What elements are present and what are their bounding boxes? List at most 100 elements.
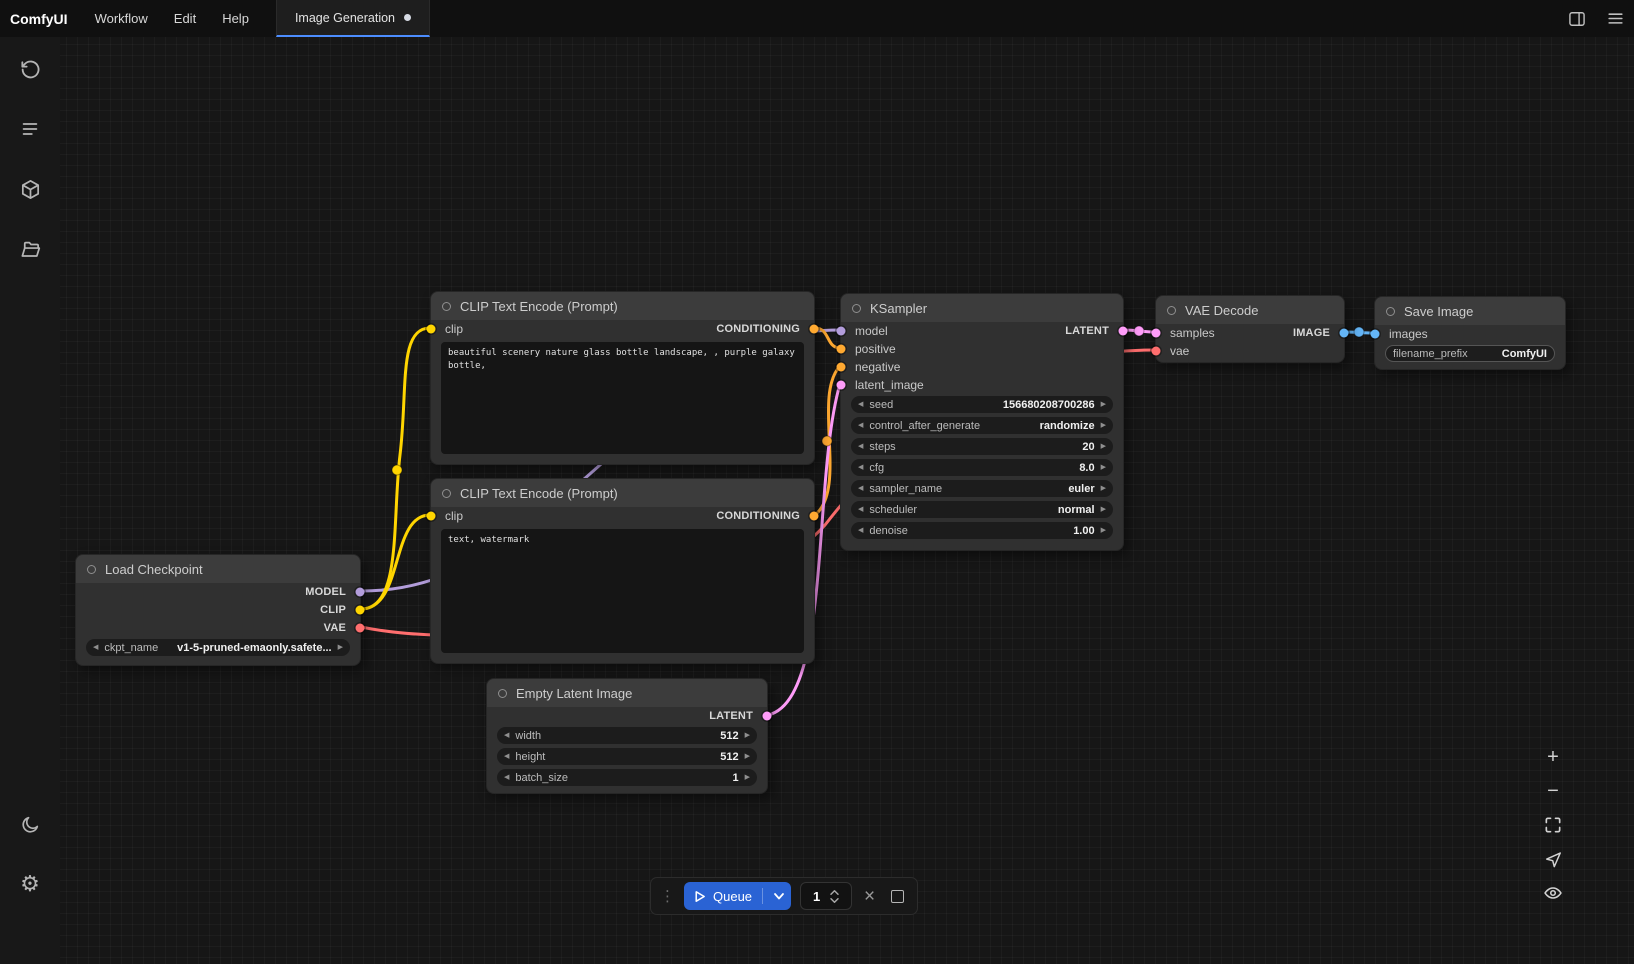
port-conditioning-output[interactable] — [810, 325, 819, 334]
widget-denoise[interactable]: ◀ denoise 1.00 ▶ — [851, 522, 1113, 539]
node-load-checkpoint[interactable]: Load Checkpoint MODEL CLIP VAE ◀ ckpt_na… — [75, 554, 361, 666]
port-images-input[interactable] — [1371, 330, 1380, 339]
collapse-icon[interactable] — [87, 565, 96, 574]
arrow-right-icon[interactable]: ▶ — [1101, 422, 1106, 429]
node-header[interactable]: Empty Latent Image — [487, 679, 767, 707]
arrow-left-icon[interactable]: ◀ — [504, 753, 509, 760]
port-latent-image-input[interactable] — [837, 381, 846, 390]
port-clip-input[interactable] — [427, 325, 436, 334]
prompt-textarea[interactable]: beautiful scenery nature glass bottle la… — [441, 342, 804, 454]
widget-steps[interactable]: ◀ steps 20 ▶ — [851, 438, 1113, 455]
node-vae-decode[interactable]: VAE Decode samples IMAGE vae — [1155, 295, 1345, 363]
collapse-icon[interactable] — [442, 489, 451, 498]
queue-button[interactable]: Queue — [684, 882, 791, 910]
arrow-right-icon[interactable]: ▶ — [1101, 464, 1106, 471]
port-vae-output[interactable] — [356, 624, 365, 633]
hamburger-menu-icon[interactable] — [1596, 0, 1634, 37]
port-negative-input[interactable] — [837, 363, 846, 372]
stop-icon[interactable] — [891, 890, 904, 903]
increment-icon[interactable] — [829, 889, 840, 896]
arrow-left-icon[interactable]: ◀ — [858, 527, 863, 534]
tab-image-generation[interactable]: Image Generation — [276, 0, 430, 37]
node-clip-text-encode-negative[interactable]: CLIP Text Encode (Prompt) clip CONDITION… — [430, 478, 815, 664]
arrow-left-icon[interactable]: ◀ — [858, 401, 863, 408]
port-samples-input[interactable] — [1152, 329, 1161, 338]
zoom-in-icon[interactable]: + — [1538, 742, 1568, 772]
collapse-icon[interactable] — [852, 304, 861, 313]
decrement-icon[interactable] — [829, 897, 840, 904]
batch-count-input[interactable]: 1 — [800, 882, 852, 910]
arrow-right-icon[interactable]: ▶ — [1101, 485, 1106, 492]
node-empty-latent-image[interactable]: Empty Latent Image LATENT ◀ width 512 ▶ … — [486, 678, 768, 794]
port-image-output[interactable] — [1340, 329, 1349, 338]
port-clip-output[interactable] — [356, 606, 365, 615]
arrow-left-icon[interactable]: ◀ — [93, 644, 98, 651]
arrow-right-icon[interactable]: ▶ — [338, 644, 343, 651]
close-icon[interactable]: × — [861, 887, 878, 906]
arrow-left-icon[interactable]: ◀ — [858, 443, 863, 450]
fit-view-icon[interactable] — [1538, 810, 1568, 840]
widget-sampler-name[interactable]: ◀ sampler_name euler ▶ — [851, 480, 1113, 497]
port-model-input[interactable] — [837, 327, 846, 336]
collapse-icon[interactable] — [1167, 306, 1176, 315]
drag-handle-icon[interactable]: ⋮ — [660, 887, 675, 905]
port-vae-input[interactable] — [1152, 347, 1161, 356]
node-header[interactable]: CLIP Text Encode (Prompt) — [431, 292, 814, 320]
menu-workflow[interactable]: Workflow — [82, 0, 161, 37]
node-ksampler[interactable]: KSampler model LATENT positive negative … — [840, 293, 1124, 551]
arrow-left-icon[interactable]: ◀ — [504, 774, 509, 781]
arrow-left-icon[interactable]: ◀ — [858, 485, 863, 492]
arrow-right-icon[interactable]: ▶ — [1101, 527, 1106, 534]
arrow-left-icon[interactable]: ◀ — [858, 422, 863, 429]
port-latent-output[interactable] — [1119, 327, 1128, 336]
arrow-right-icon[interactable]: ▶ — [745, 753, 750, 760]
port-conditioning-output[interactable] — [810, 512, 819, 521]
arrow-right-icon[interactable]: ▶ — [1101, 506, 1106, 513]
node-header[interactable]: VAE Decode — [1156, 296, 1344, 324]
pan-arrow-icon[interactable] — [1538, 844, 1568, 874]
arrow-right-icon[interactable]: ▶ — [745, 732, 750, 739]
collapse-icon[interactable] — [442, 302, 451, 311]
widget-control-after-generate[interactable]: ◀ control_after_generate randomize ▶ — [851, 417, 1113, 434]
port-model-output[interactable] — [356, 588, 365, 597]
settings-gear-icon[interactable]: ⚙ — [10, 864, 50, 904]
widget-height[interactable]: ◀ height 512 ▶ — [497, 748, 757, 765]
arrow-left-icon[interactable]: ◀ — [858, 506, 863, 513]
port-positive-input[interactable] — [837, 345, 846, 354]
arrow-left-icon[interactable]: ◀ — [858, 464, 863, 471]
prompt-textarea[interactable]: text, watermark — [441, 529, 804, 653]
widget-filename-prefix[interactable]: filename_prefix ComfyUI — [1385, 345, 1555, 362]
widget-scheduler[interactable]: ◀ scheduler normal ▶ — [851, 501, 1113, 518]
wire-midpoint-dot[interactable] — [1134, 326, 1144, 336]
node-header[interactable]: Save Image — [1375, 297, 1565, 325]
node-header[interactable]: Load Checkpoint — [76, 555, 360, 583]
arrow-right-icon[interactable]: ▶ — [1101, 401, 1106, 408]
theme-moon-icon[interactable] — [10, 804, 50, 844]
wire-midpoint-dot[interactable] — [1354, 327, 1364, 337]
widget-width[interactable]: ◀ width 512 ▶ — [497, 727, 757, 744]
collapse-icon[interactable] — [1386, 307, 1395, 316]
node-clip-text-encode-positive[interactable]: CLIP Text Encode (Prompt) clip CONDITION… — [430, 291, 815, 465]
port-clip-input[interactable] — [427, 512, 436, 521]
node-graph-canvas[interactable]: Load Checkpoint MODEL CLIP VAE ◀ ckpt_na… — [0, 0, 1634, 964]
workflows-folder-icon[interactable] — [10, 229, 50, 269]
widget-batch-size[interactable]: ◀ batch_size 1 ▶ — [497, 769, 757, 786]
arrow-right-icon[interactable]: ▶ — [1101, 443, 1106, 450]
wire-midpoint-dot[interactable] — [392, 465, 402, 475]
history-icon[interactable] — [10, 49, 50, 89]
collapse-icon[interactable] — [498, 689, 507, 698]
arrow-right-icon[interactable]: ▶ — [745, 774, 750, 781]
widget-seed[interactable]: ◀ seed 156680208700286 ▶ — [851, 396, 1113, 413]
menu-help[interactable]: Help — [209, 0, 262, 37]
widget-ckpt-name[interactable]: ◀ ckpt_name v1-5-pruned-emaonly.safete..… — [86, 639, 350, 656]
node-header[interactable]: CLIP Text Encode (Prompt) — [431, 479, 814, 507]
model-library-icon[interactable] — [10, 169, 50, 209]
panel-toggle-icon[interactable] — [1558, 0, 1596, 37]
menu-edit[interactable]: Edit — [161, 0, 209, 37]
zoom-out-icon[interactable]: − — [1538, 776, 1568, 806]
chevron-down-icon[interactable] — [771, 888, 787, 904]
queue-icon[interactable] — [10, 109, 50, 149]
wire-midpoint-dot[interactable] — [822, 436, 832, 446]
node-header[interactable]: KSampler — [841, 294, 1123, 322]
widget-cfg[interactable]: ◀ cfg 8.0 ▶ — [851, 459, 1113, 476]
